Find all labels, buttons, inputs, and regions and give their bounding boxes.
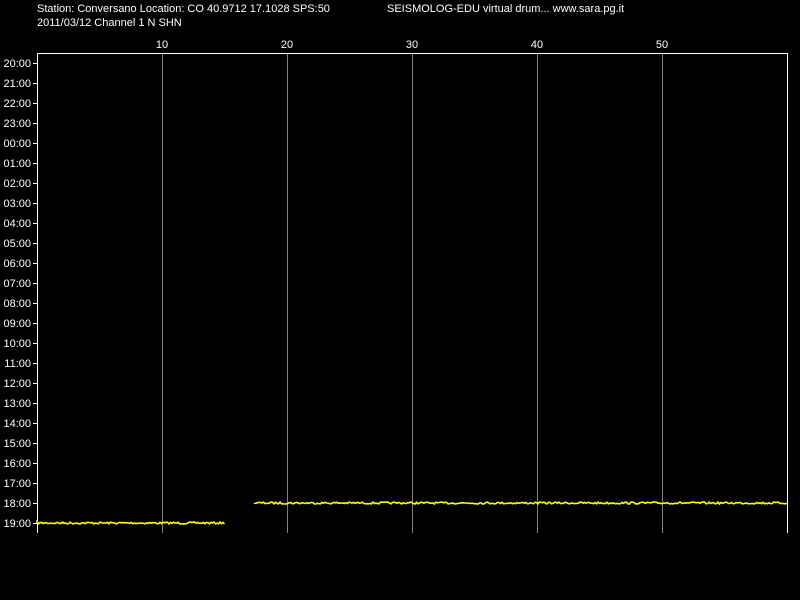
y-tick-label-0100: 01:00 — [3, 158, 31, 170]
y-tick-label-2200: 22:00 — [3, 98, 31, 110]
y-tick-label-0800: 08:00 — [3, 298, 31, 310]
seismic-trace-1900 — [36, 519, 226, 526]
y-tick-label-0600: 06:00 — [3, 258, 31, 270]
y-tick-label-1100: 11:00 — [4, 358, 31, 370]
y-tick-label-1500: 15:00 — [3, 438, 31, 450]
y-tick-label-1600: 16:00 — [3, 458, 31, 470]
y-tick-label-1900: 19:00 — [3, 518, 31, 530]
seismic-trace-1800 — [253, 500, 788, 506]
x-tick-label-40: 40 — [531, 39, 543, 51]
y-tick-label-1000: 10:00 — [3, 338, 31, 350]
y-tick-label-2300: 23:00 — [3, 118, 31, 130]
y-tick-label-0900: 09:00 — [3, 318, 31, 330]
x-tick-label-10: 10 — [156, 39, 168, 51]
y-tick-label-2100: 21:00 — [3, 78, 31, 90]
y-tick-label-1200: 12:00 — [3, 378, 31, 390]
y-tick-label-1700: 17:00 — [3, 478, 31, 490]
y-tick-label-0000: 00:00 — [3, 138, 31, 150]
x-tick-label-50: 50 — [656, 39, 668, 51]
seismogram-drum-chart: 10 20 30 40 50 20:00 21:00 22:00 23:00 00:00 01:00… — [3, 39, 788, 533]
y-tick-label-0400: 04:00 — [3, 218, 31, 230]
x-tick-label-30: 30 — [406, 39, 418, 51]
y-tick-label-1400: 14:00 — [3, 418, 31, 430]
y-tick-label-0700: 07:00 — [3, 278, 31, 290]
y-tick-label-0500: 05:00 — [3, 238, 31, 250]
y-tick-label-1800: 18:00 — [3, 498, 31, 510]
x-tick-label-20: 20 — [281, 39, 293, 51]
y-tick-label-0300: 03:00 — [3, 198, 31, 210]
y-tick-label-0200: 02:00 — [3, 178, 31, 190]
y-tick-label-2000: 20:00 — [3, 58, 31, 70]
y-tick-label-1300: 13:00 — [3, 398, 31, 410]
